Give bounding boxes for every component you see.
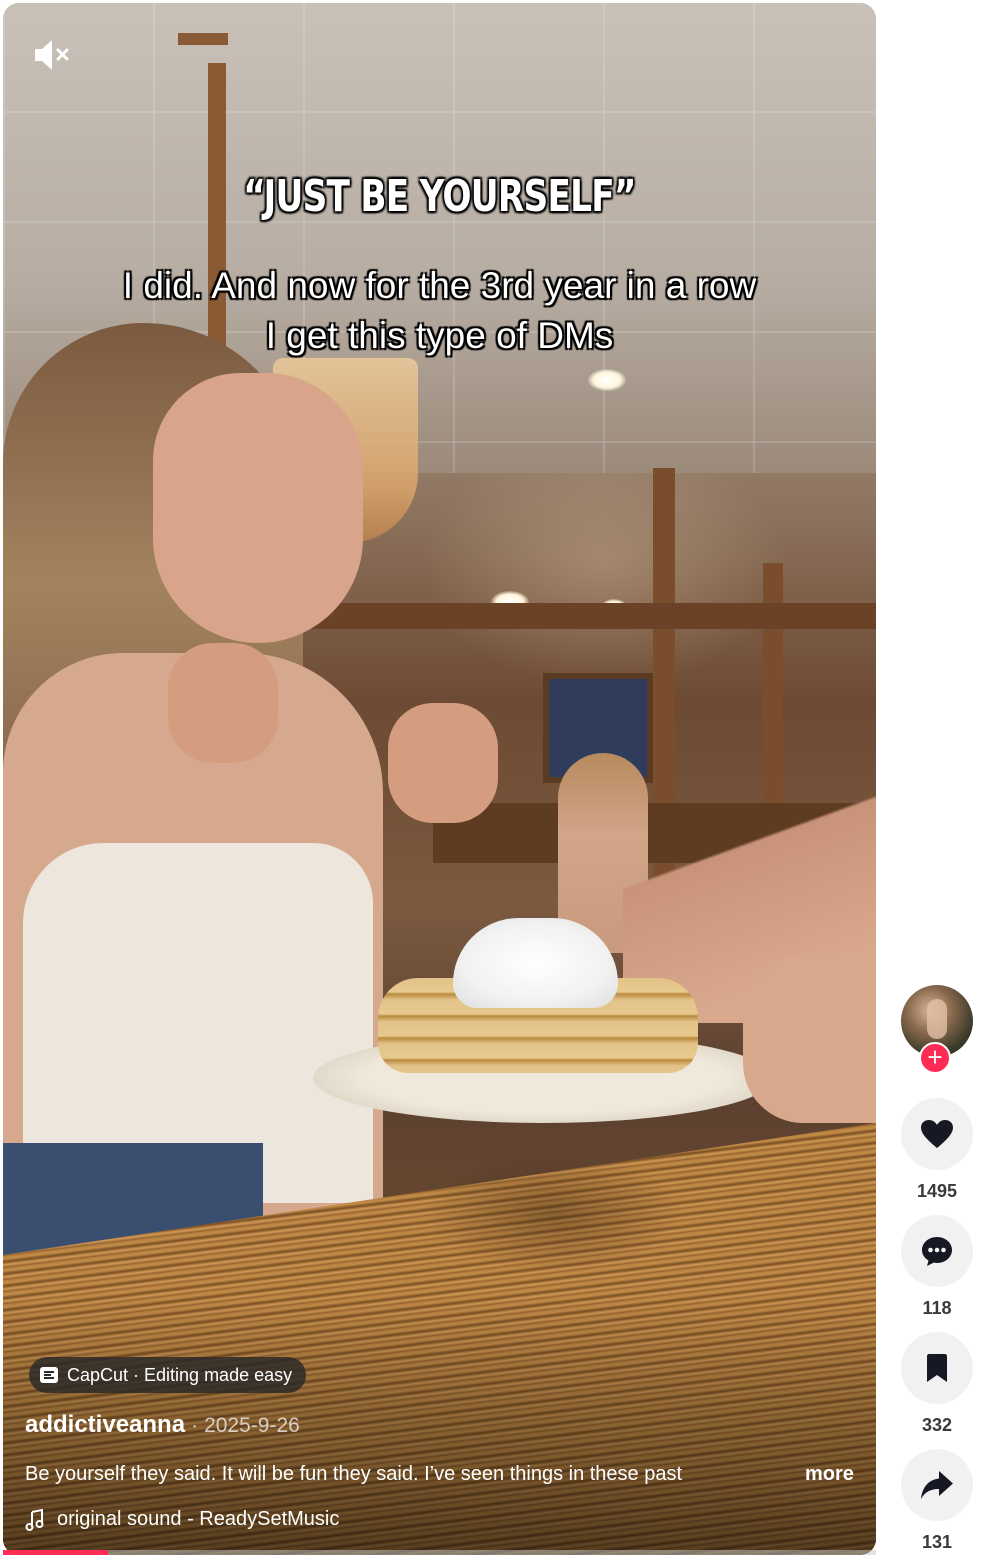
like-button[interactable] (901, 1098, 973, 1170)
save-button[interactable] (901, 1332, 973, 1404)
comment-button[interactable] (901, 1215, 973, 1287)
sound-name: original sound - ReadySetMusic (57, 1508, 340, 1530)
capcut-badge-label: CapCut · Editing made easy (67, 1364, 293, 1385)
bookmark-icon (927, 1354, 947, 1382)
speaker-muted-icon (35, 40, 69, 70)
description-more-button[interactable]: more (805, 1463, 854, 1486)
scene-server-hand (743, 953, 876, 1123)
scene-ceiling-light (588, 369, 626, 391)
mute-button[interactable] (31, 33, 75, 77)
video-headline-text: “JUST BE YOURSELF” (243, 171, 636, 222)
capcut-badge[interactable]: CapCut · Editing made easy (29, 1357, 307, 1393)
video-player[interactable]: “JUST BE YOURSELF” I did. And now for th… (3, 3, 876, 1555)
video-progress-fill (3, 1550, 108, 1555)
video-description: Be yourself they said. It will be fun th… (25, 1463, 683, 1485)
video-caption-line-2: I get this type of DMs (265, 315, 614, 356)
comment-count: 118 (922, 1298, 952, 1318)
scene-thumbs-up (168, 643, 278, 763)
video-caption-line-1: I did. And now for the 3rd year in a row (122, 265, 757, 306)
share-count: 131 (921, 1532, 953, 1552)
author-line: addictiveanna · 2025-9-26 (25, 1411, 300, 1439)
comment-bubble-icon (922, 1237, 952, 1266)
post-date: 2025-9-26 (204, 1414, 300, 1437)
music-note-icon (25, 1508, 44, 1531)
heart-icon (921, 1120, 953, 1148)
scene-booth-rail (303, 603, 876, 629)
action-sidebar: + 1495 118 332 131 (897, 0, 977, 1566)
capcut-logo-icon (40, 1367, 58, 1383)
scene-table-reflection (423, 1153, 683, 1273)
video-progress-bar[interactable] (3, 1550, 876, 1555)
scene-beam (178, 33, 228, 45)
scene-thumbs-up (388, 703, 498, 823)
scene-person-face (153, 373, 363, 643)
plus-icon: + (927, 1042, 943, 1072)
author-date-separator: · (191, 1414, 199, 1437)
follow-button[interactable]: + (919, 1042, 951, 1074)
save-count: 332 (921, 1415, 953, 1435)
like-count: 1495 (916, 1181, 958, 1201)
share-arrow-icon (921, 1471, 953, 1499)
sound-link[interactable]: original sound - ReadySetMusic (25, 1508, 339, 1531)
scene-whipped-cream (453, 918, 618, 1008)
share-button[interactable] (901, 1449, 973, 1521)
author-username[interactable]: addictiveanna (25, 1411, 185, 1439)
